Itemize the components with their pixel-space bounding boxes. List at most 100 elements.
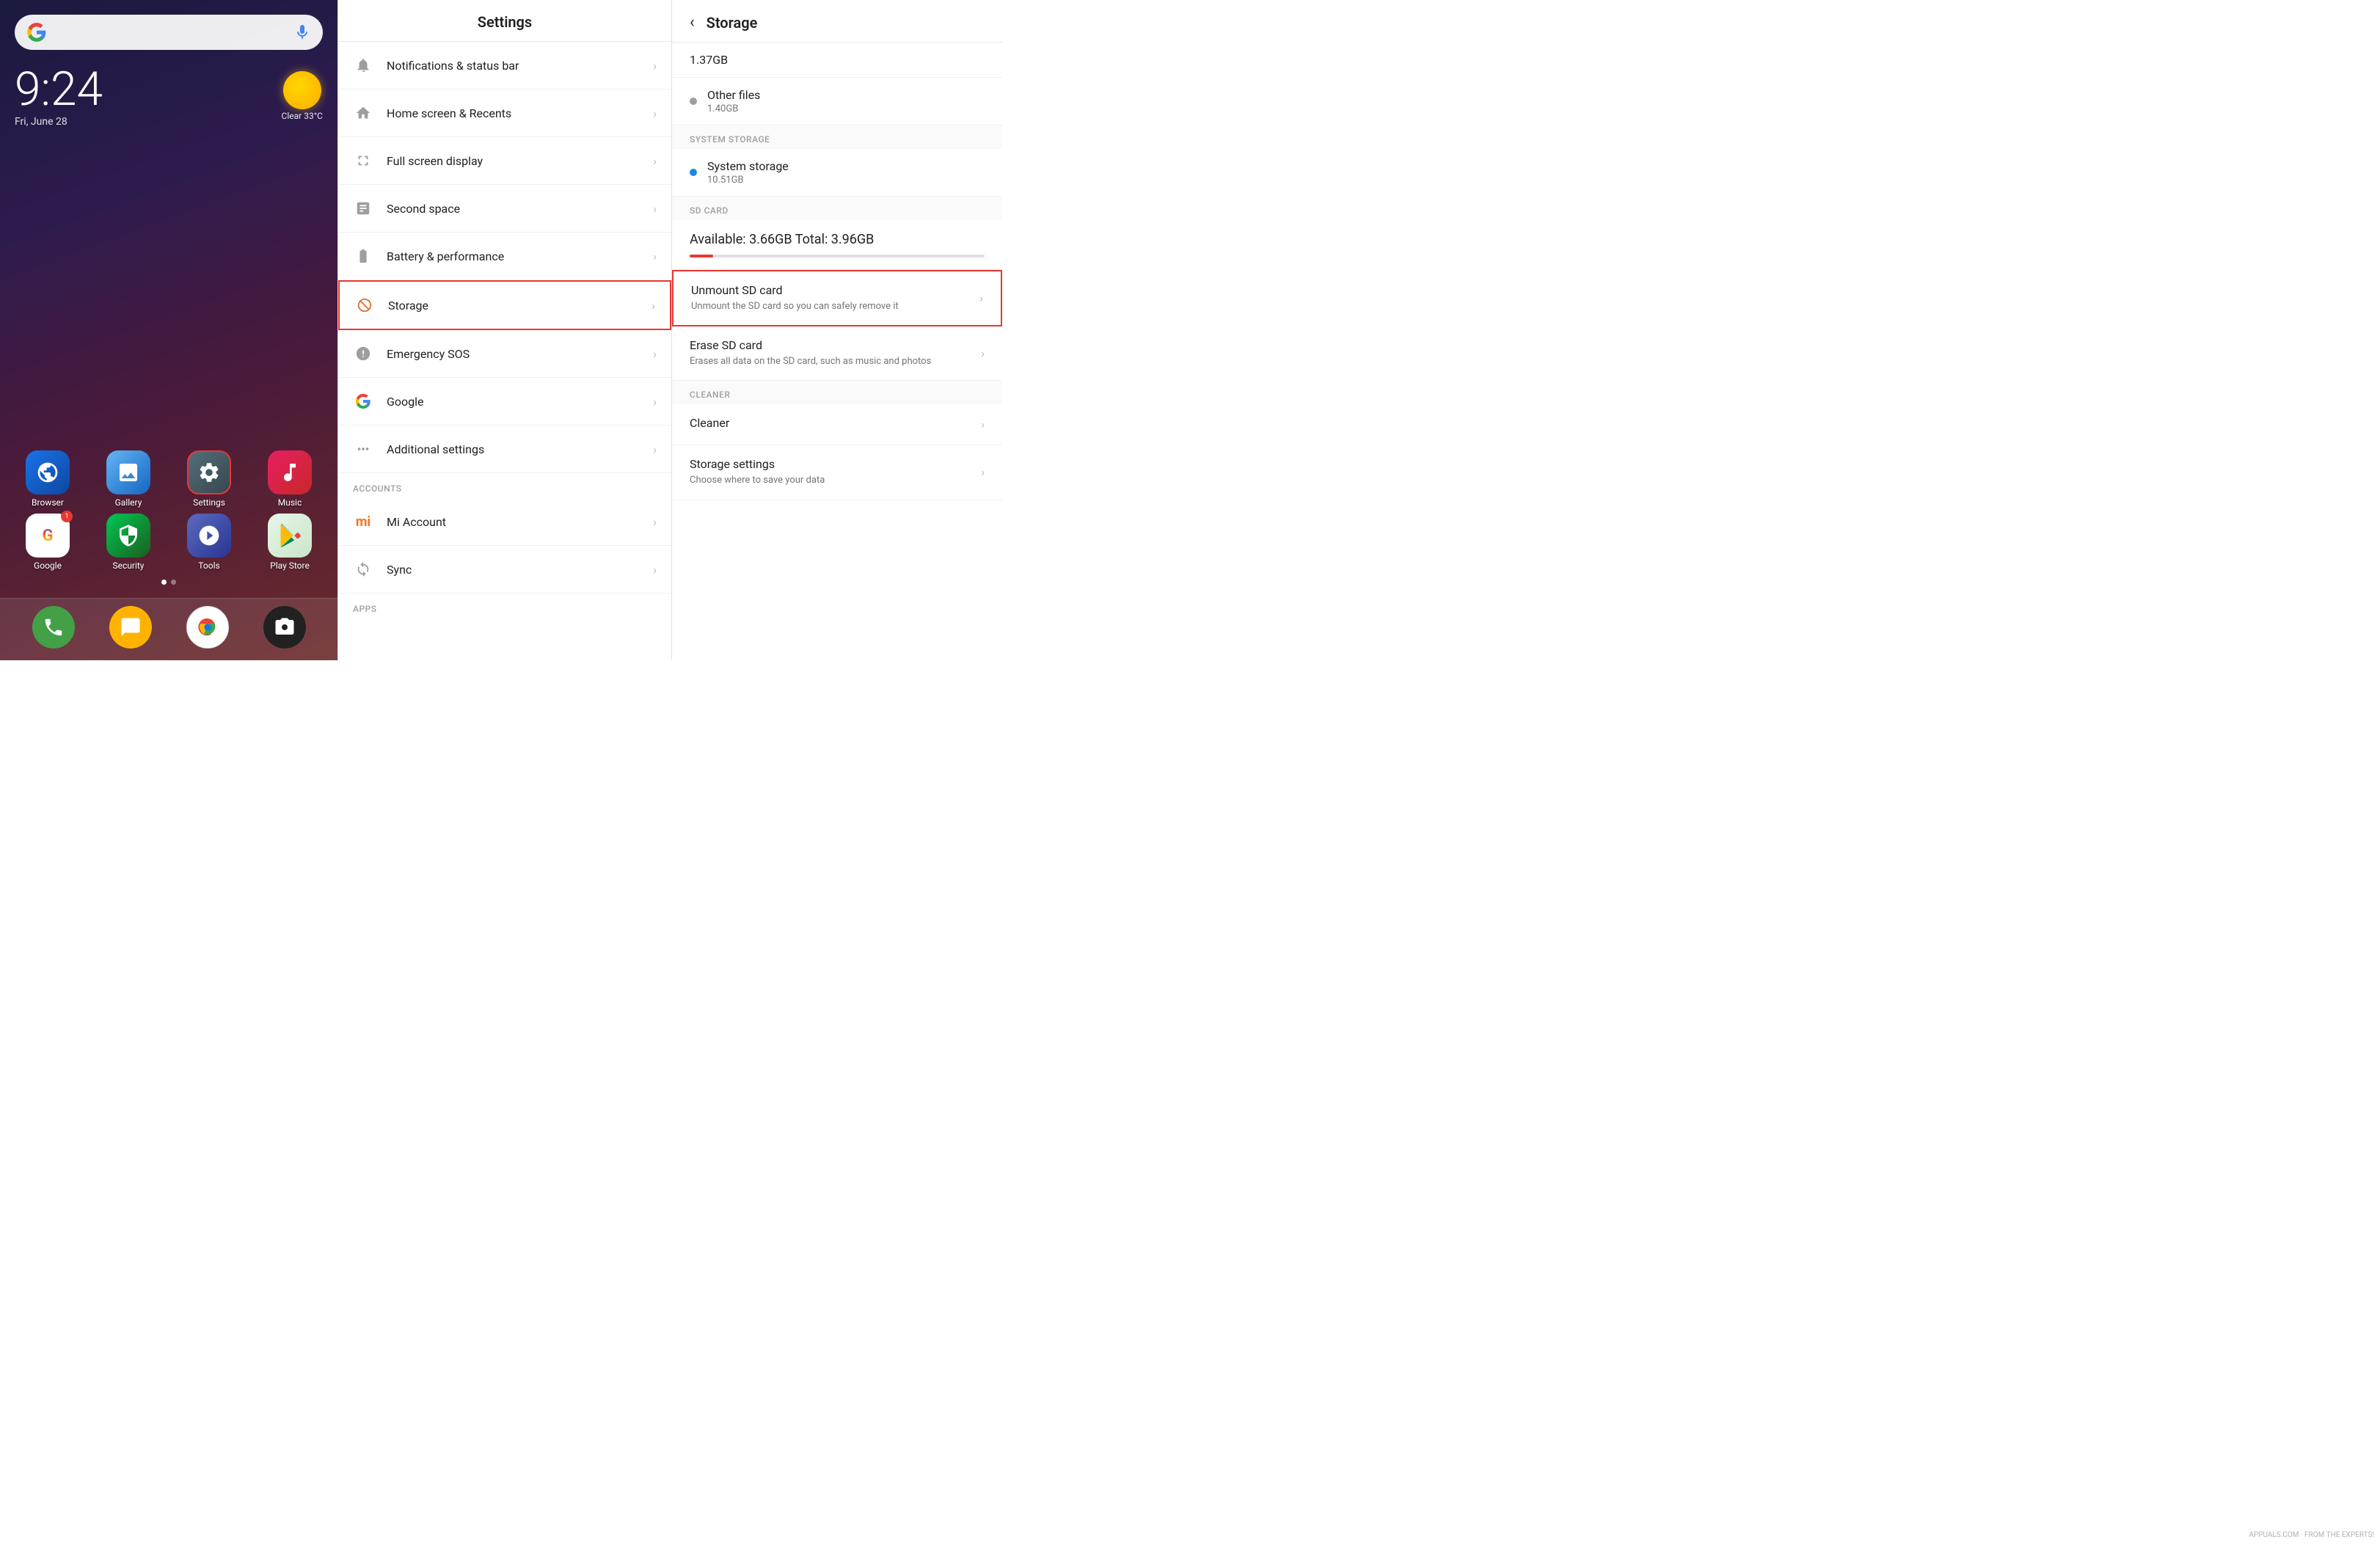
- fullscreen-label: Full screen display: [387, 154, 653, 168]
- playstore-icon: [268, 514, 312, 558]
- app-google[interactable]: G 1 Google: [15, 514, 81, 571]
- other-files-content: Other files 1.40GB: [707, 88, 985, 114]
- unmount-title: Unmount SD card: [691, 283, 971, 297]
- storage-system[interactable]: System storage 10.51GB: [672, 149, 1002, 197]
- appuals-watermark: APPUALS.COM · FROM THE EXPERTS!: [2249, 1531, 2374, 1539]
- dot-2: [171, 580, 176, 585]
- system-content: System storage 10.51GB: [707, 159, 985, 186]
- secondspace-label: Second space: [387, 202, 653, 216]
- battery-chevron: ›: [653, 249, 657, 263]
- settings-battery[interactable]: Battery & performance ›: [338, 233, 671, 280]
- top-value-text: 1.37GB: [690, 53, 985, 67]
- fullscreen-chevron: ›: [653, 154, 657, 168]
- unmount-sd-card[interactable]: Unmount SD card Unmount the SD card so y…: [672, 270, 1002, 326]
- erase-title: Erase SD card: [690, 338, 972, 352]
- dock-messages[interactable]: [109, 606, 152, 649]
- sos-chevron: ›: [653, 347, 657, 361]
- cleaner[interactable]: Cleaner ›: [672, 404, 1002, 445]
- weather-text: Clear 33°C: [282, 111, 323, 123]
- google-settings-label: Google: [387, 395, 653, 409]
- mi-account-icon: mi: [353, 511, 373, 532]
- app-browser[interactable]: Browser: [15, 450, 81, 508]
- battery-icon: [353, 246, 373, 266]
- home-screen: 9:24 Fri, June 28 Clear 33°C Browser: [0, 0, 337, 660]
- app-row-1: Browser Gallery Settings: [7, 450, 330, 508]
- weather-icon: [283, 71, 321, 109]
- dock-phone[interactable]: [32, 606, 75, 649]
- settings-google[interactable]: Google ›: [338, 378, 671, 425]
- storage-top-value: 1.37GB: [672, 43, 1002, 78]
- sd-progress-fill: [690, 255, 713, 258]
- settings-sos[interactable]: Emergency SOS ›: [338, 330, 671, 378]
- google-label: Google: [34, 560, 62, 571]
- app-gallery[interactable]: Gallery: [95, 450, 161, 508]
- settings-icon: [187, 450, 231, 494]
- back-button[interactable]: ‹: [690, 13, 695, 32]
- settings-storage[interactable]: Storage ›: [338, 280, 671, 330]
- settings-title: Settings: [353, 13, 657, 31]
- music-label: Music: [278, 497, 302, 508]
- google-search-bar[interactable]: [15, 15, 323, 50]
- settings-sync[interactable]: Sync ›: [338, 546, 671, 593]
- system-dot: [690, 169, 697, 176]
- secondspace-chevron: ›: [653, 202, 657, 216]
- cleaner-chevron: ›: [981, 417, 985, 431]
- additional-icon: [353, 439, 373, 459]
- sd-card-label: SD CARD: [672, 197, 1002, 220]
- storage-icon: [354, 295, 375, 315]
- time-date-block: 9:24 Fri, June 28: [15, 66, 103, 128]
- settings-mi-account[interactable]: mi Mi Account ›: [338, 498, 671, 546]
- storage-chevron: ›: [651, 299, 655, 313]
- other-files-size: 1.40GB: [707, 103, 985, 114]
- dock-chrome[interactable]: [186, 606, 229, 649]
- tools-icon: [187, 514, 231, 558]
- system-name: System storage: [707, 159, 985, 173]
- google-settings-icon: [353, 391, 373, 412]
- home-dock: [0, 598, 337, 660]
- home-status-bar: [0, 0, 337, 9]
- storage-settings-title: Storage settings: [690, 457, 972, 471]
- storage-settings-chevron: ›: [981, 465, 985, 479]
- app-security[interactable]: Security: [95, 514, 161, 571]
- erase-sd-card[interactable]: Erase SD card Erases all data on the SD …: [672, 326, 1002, 381]
- homescreen-chevron: ›: [653, 106, 657, 120]
- mic-icon: [293, 23, 311, 41]
- sync-label: Sync: [387, 563, 653, 577]
- settings-additional[interactable]: Additional settings ›: [338, 425, 671, 473]
- google-g-icon: [26, 22, 47, 43]
- sd-available-text: Available: 3.66GB Total: 3.96GB: [690, 232, 985, 247]
- accounts-section-label: ACCOUNTS: [338, 473, 671, 498]
- settings-homescreen[interactable]: Home screen & Recents ›: [338, 90, 671, 137]
- home-time-weather: 9:24 Fri, June 28 Clear 33°C: [0, 59, 337, 128]
- sync-icon: [353, 559, 373, 580]
- settings-fullscreen[interactable]: Full screen display ›: [338, 137, 671, 185]
- settings-notifications[interactable]: Notifications & status bar ›: [338, 42, 671, 90]
- settings-secondspace[interactable]: Second space ›: [338, 185, 671, 233]
- app-settings[interactable]: Settings: [176, 450, 242, 508]
- storage-other-files[interactable]: Other files 1.40GB: [672, 78, 1002, 125]
- unmount-content: Unmount SD card Unmount the SD card so y…: [691, 283, 971, 313]
- cleaner-section-label: CLEANER: [672, 381, 1002, 404]
- dock-camera[interactable]: [263, 606, 306, 649]
- settings-list: Notifications & status bar › Home screen…: [338, 42, 671, 660]
- google-badge: 1: [61, 511, 73, 522]
- homescreen-label: Home screen & Recents: [387, 106, 653, 120]
- browser-label: Browser: [32, 497, 64, 508]
- app-music[interactable]: Music: [257, 450, 323, 508]
- storage-list: 1.37GB Other files 1.40GB SYSTEM STORAGE…: [672, 43, 1002, 660]
- security-label: Security: [113, 560, 145, 571]
- secondspace-icon: [353, 198, 373, 219]
- notifications-chevron: ›: [653, 59, 657, 73]
- system-size: 10.51GB: [707, 175, 985, 186]
- storage-settings[interactable]: Storage settings Choose where to save yo…: [672, 445, 1002, 500]
- sos-label: Emergency SOS: [387, 347, 653, 361]
- playstore-label: Play Store: [270, 560, 310, 571]
- sync-chevron: ›: [653, 563, 657, 577]
- other-files-name: Other files: [707, 88, 985, 102]
- notifications-label: Notifications & status bar: [387, 59, 653, 73]
- app-tools[interactable]: Tools: [176, 514, 242, 571]
- additional-chevron: ›: [653, 442, 657, 456]
- cleaner-content: Cleaner: [690, 416, 972, 433]
- settings-label: Settings: [193, 497, 225, 508]
- app-playstore[interactable]: Play Store: [257, 514, 323, 571]
